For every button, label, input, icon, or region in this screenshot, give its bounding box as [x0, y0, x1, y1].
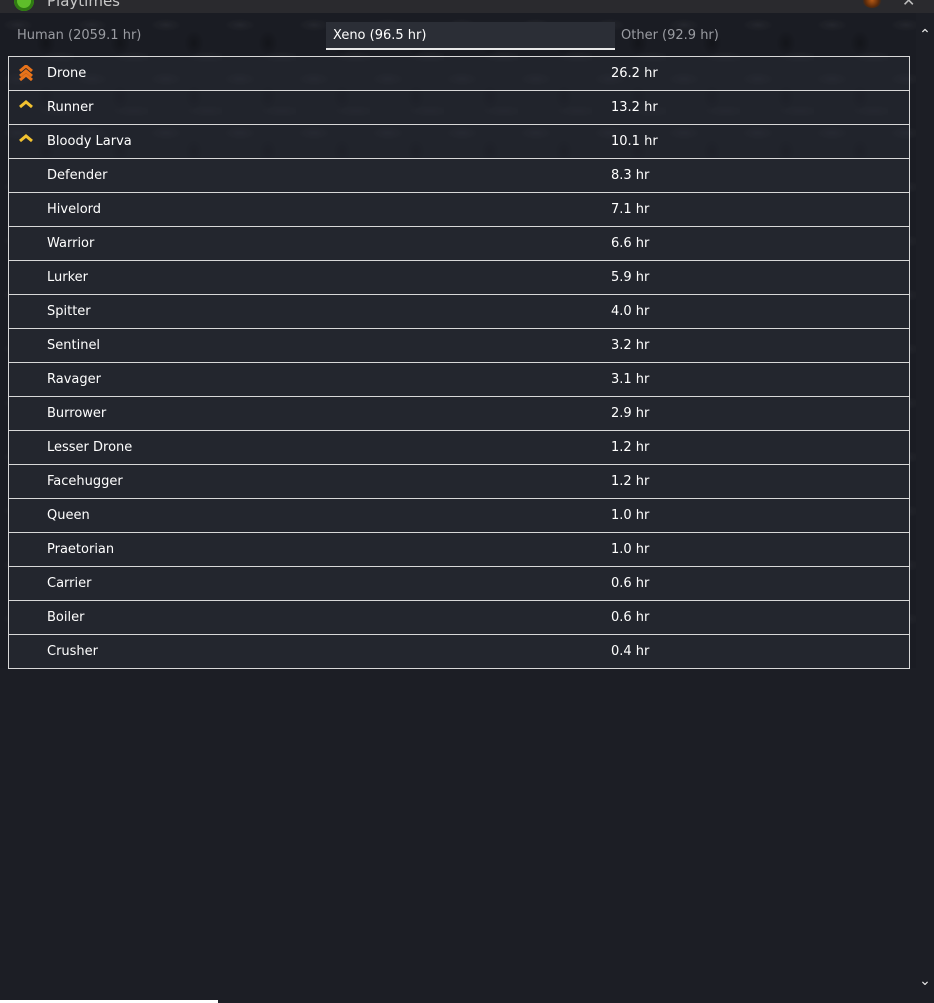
row-name: Bloody Larva [47, 134, 132, 149]
tab-human[interactable]: Human (2059.1 hr) [10, 22, 320, 50]
row-time: 3.2 hr [611, 338, 650, 353]
row-time: 1.0 hr [611, 508, 650, 523]
close-button[interactable]: ✕ [902, 0, 915, 9]
title-bar[interactable]: Playtimes ✕ [0, 0, 934, 13]
table-row: Boiler 0.6 hr [8, 601, 910, 635]
row-time: 10.1 hr [611, 134, 658, 149]
playtime-table: Drone 26.2 hr Runner 13.2 hr Bloody Larva 10.… [8, 56, 910, 669]
table-row: Burrower 2.9 hr [8, 397, 910, 431]
row-name: Lurker [47, 270, 89, 285]
row-name: Sentinel [47, 338, 101, 353]
table-row: Praetorian 1.0 hr [8, 533, 910, 567]
row-time: 8.3 hr [611, 168, 650, 183]
row-time: 0.6 hr [611, 610, 650, 625]
table-row: Warrior 6.6 hr [8, 227, 910, 261]
row-time: 13.2 hr [611, 100, 658, 115]
table-row: Runner 13.2 hr [8, 91, 910, 125]
row-name: Drone [47, 66, 87, 81]
tab-xeno[interactable]: Xeno (96.5 hr) [326, 22, 615, 50]
window-title: Playtimes [47, 0, 120, 10]
tab-bar: Human (2059.1 hr) Xeno (96.5 hr) Other (… [0, 22, 916, 50]
row-name: Praetorian [47, 542, 115, 557]
table-row: Hivelord 7.1 hr [8, 193, 910, 227]
row-name: Defender [47, 168, 108, 183]
row-name: Carrier [47, 576, 92, 591]
table-row: Facehugger 1.2 hr [8, 465, 910, 499]
chevron-up-icon[interactable]: ⌃ [916, 26, 934, 44]
table-row: Bloody Larva 10.1 hr [8, 125, 910, 159]
table-row: Sentinel 3.2 hr [8, 329, 910, 363]
row-name: Facehugger [47, 474, 123, 489]
chevron-down-icon[interactable]: ⌄ [916, 972, 934, 990]
row-name: Warrior [47, 236, 95, 251]
table-row: Lesser Drone 1.2 hr [8, 431, 910, 465]
row-time: 6.6 hr [611, 236, 650, 251]
row-time: 0.6 hr [611, 576, 650, 591]
scrollbar[interactable]: ⌃ ⌄ [916, 22, 934, 1003]
row-name: Hivelord [47, 202, 102, 217]
chevron-yellow-icon [18, 133, 34, 149]
row-name: Runner [47, 100, 94, 115]
table-row: Ravager 3.1 hr [8, 363, 910, 397]
row-time: 2.9 hr [611, 406, 650, 421]
table-row: Drone 26.2 hr [8, 57, 910, 91]
row-name: Lesser Drone [47, 440, 133, 455]
table-row: Spitter 4.0 hr [8, 295, 910, 329]
playtimes-window: Playtimes ✕ Human (2059.1 hr) Xeno (96.5… [0, 0, 934, 1003]
row-time: 5.9 hr [611, 270, 650, 285]
row-time: 3.1 hr [611, 372, 650, 387]
row-name: Boiler [47, 610, 85, 625]
row-name: Queen [47, 508, 90, 523]
table-row: Carrier 0.6 hr [8, 567, 910, 601]
table-row: Crusher 0.4 hr [8, 635, 910, 669]
row-time: 26.2 hr [611, 66, 658, 81]
row-name: Burrower [47, 406, 107, 421]
row-name: Crusher [47, 644, 99, 659]
row-name: Ravager [47, 372, 101, 387]
row-time: 1.2 hr [611, 474, 650, 489]
app-icon [14, 0, 34, 11]
triple-chevron-orange-icon [18, 64, 34, 82]
row-time: 1.2 hr [611, 440, 650, 455]
row-name: Spitter [47, 304, 91, 319]
table-row: Queen 1.0 hr [8, 499, 910, 533]
table-row: Defender 8.3 hr [8, 159, 910, 193]
emblem-icon [862, 0, 882, 8]
chevron-yellow-icon [18, 99, 34, 115]
row-time: 1.0 hr [611, 542, 650, 557]
tab-other[interactable]: Other (92.9 hr) [614, 22, 914, 50]
row-time: 0.4 hr [611, 644, 650, 659]
table-row: Lurker 5.9 hr [8, 261, 910, 295]
row-time: 4.0 hr [611, 304, 650, 319]
row-time: 7.1 hr [611, 202, 650, 217]
